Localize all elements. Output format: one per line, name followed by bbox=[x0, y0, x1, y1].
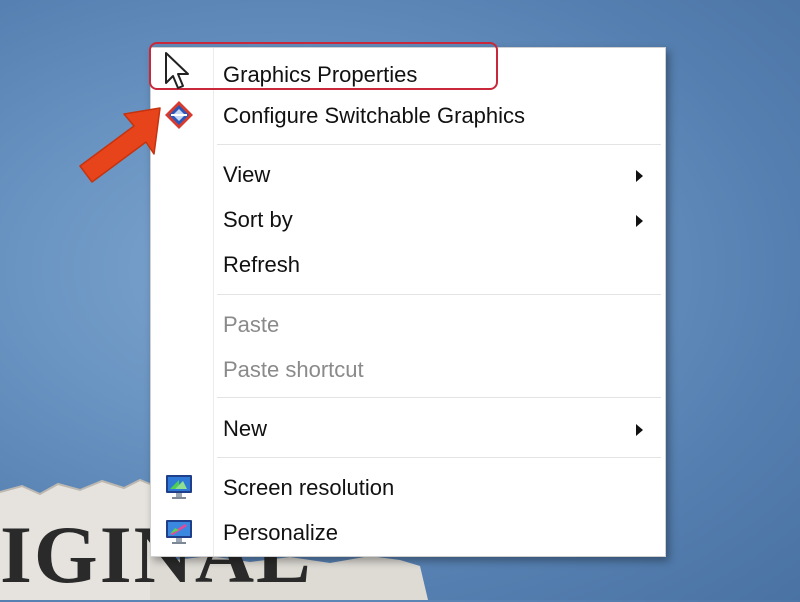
desktop-context-menu: Graphics Properties Configure Switchable… bbox=[150, 47, 666, 557]
menu-item-view[interactable]: View bbox=[151, 154, 665, 194]
menu-item-screen-resolution[interactable]: Screen resolution bbox=[151, 467, 665, 507]
menu-separator bbox=[217, 144, 661, 145]
menu-item-paste[interactable]: Paste bbox=[151, 304, 665, 344]
menu-separator bbox=[217, 457, 661, 458]
menu-item-refresh[interactable]: Refresh bbox=[151, 244, 665, 284]
menu-item-label: Screen resolution bbox=[223, 475, 395, 500]
menu-item-label: Configure Switchable Graphics bbox=[223, 103, 526, 128]
callout-arrow-icon bbox=[79, 107, 161, 183]
monitor-resolution-icon bbox=[166, 475, 192, 499]
submenu-arrow-icon bbox=[636, 215, 643, 227]
menu-item-label: Refresh bbox=[223, 252, 301, 277]
menu-item-configure-switchable-graphics[interactable]: Configure Switchable Graphics bbox=[151, 95, 665, 135]
submenu-arrow-icon bbox=[636, 170, 643, 182]
menu-item-paste-shortcut[interactable]: Paste shortcut bbox=[151, 349, 665, 389]
menu-item-personalize[interactable]: Personalize bbox=[151, 512, 665, 552]
menu-separator bbox=[217, 397, 661, 398]
menu-item-new[interactable]: New bbox=[151, 408, 665, 448]
mouse-pointer-icon bbox=[165, 52, 189, 89]
submenu-arrow-icon bbox=[636, 424, 643, 436]
menu-item-label: Paste shortcut bbox=[223, 357, 364, 382]
highlight-rectangle bbox=[149, 42, 498, 90]
desktop-background[interactable]: IGINAL Graphics Properties Configure Swi… bbox=[0, 0, 800, 600]
menu-separator bbox=[217, 294, 661, 295]
menu-item-sort-by[interactable]: Sort by bbox=[151, 199, 665, 239]
menu-item-label: View bbox=[223, 162, 271, 187]
menu-item-label: New bbox=[223, 416, 268, 441]
switchable-graphics-icon bbox=[165, 101, 193, 129]
monitor-personalize-icon bbox=[166, 520, 192, 544]
menu-item-label: Personalize bbox=[223, 520, 338, 545]
menu-item-label: Paste bbox=[223, 312, 280, 337]
menu-item-label: Sort by bbox=[223, 207, 293, 232]
